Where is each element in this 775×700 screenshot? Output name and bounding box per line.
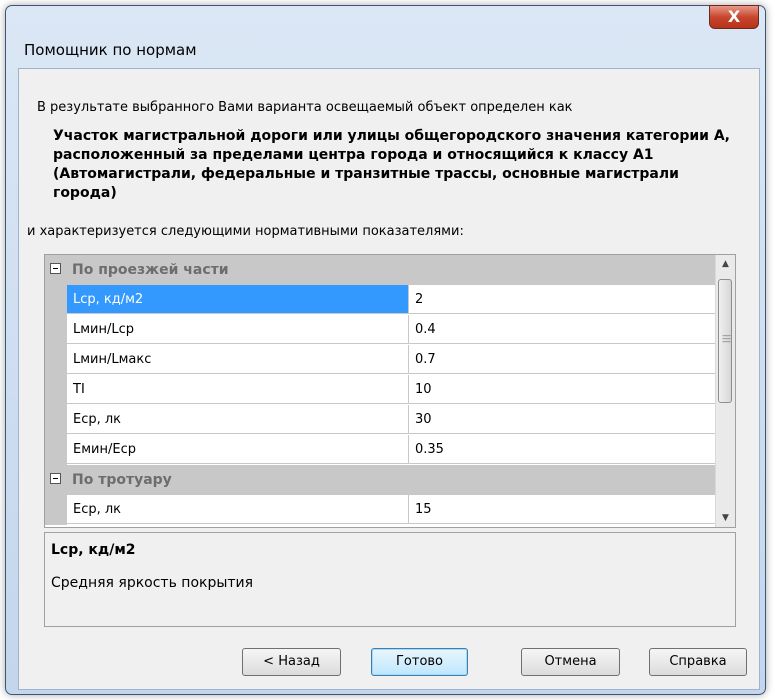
object-title: Участок магистральной дороги или улицы о… [53, 128, 730, 201]
grip-icon: — — — [722, 331, 731, 347]
dialog-window: Помощник по нормам X В результате выбран… [5, 5, 766, 695]
property-grid: По проезжей части Lср, кд/м2 2 Lмин/Lср … [44, 254, 736, 528]
cancel-button[interactable]: Отмена [521, 648, 620, 676]
property-value[interactable]: 0.4 [409, 315, 715, 344]
table-row[interactable]: Eср, лк 15 [45, 495, 715, 525]
property-value[interactable]: 0.7 [409, 345, 715, 374]
title-bar: Помощник по нормам X [6, 5, 765, 68]
property-value[interactable]: 2 [409, 285, 715, 314]
property-name[interactable]: Lмин/Lмакс [67, 345, 409, 374]
property-value[interactable]: 10 [409, 375, 715, 404]
property-name[interactable]: Eмин/Eср [67, 435, 409, 464]
collapse-icon[interactable] [50, 473, 61, 484]
table-row[interactable]: Eмин/Eср 0.35 [45, 435, 715, 465]
help-button[interactable]: Справка [649, 648, 747, 676]
scroll-down-icon[interactable]: ▼ [716, 509, 735, 527]
property-name[interactable]: Lср, кд/м2 [67, 285, 409, 314]
characterized-text: и характеризуется следующими нормативным… [27, 224, 464, 239]
property-value[interactable]: 15 [409, 495, 715, 524]
category-roadway[interactable]: По проезжей части [45, 255, 715, 285]
table-row[interactable]: Lмин/Lср 0.4 [45, 315, 715, 345]
description-text: Средняя яркость покрытия [51, 575, 254, 591]
description-panel: Lср, кд/м2 Средняя яркость покрытия [44, 532, 736, 627]
close-icon: X [727, 7, 741, 26]
category-label: По тротуару [72, 472, 172, 488]
finish-button[interactable]: Готово [371, 648, 468, 676]
vertical-scrollbar[interactable]: ▲ — — — ▼ [715, 255, 735, 527]
scrollbar-thumb[interactable]: — — — [718, 279, 732, 403]
table-row[interactable]: Lср, кд/м2 2 [45, 285, 715, 315]
scroll-up-icon[interactable]: ▲ [716, 255, 735, 273]
property-name[interactable]: TI [67, 375, 409, 404]
property-value[interactable]: 0.35 [409, 435, 715, 464]
property-value[interactable]: 30 [409, 405, 715, 434]
category-label: По проезжей части [72, 262, 229, 278]
intro-text: В результате выбранного Вами варианта ос… [37, 100, 573, 115]
close-button[interactable]: X [709, 5, 759, 29]
property-name[interactable]: Eср, лк [67, 405, 409, 434]
dialog-body: В результате выбранного Вами варианта ос… [18, 68, 760, 690]
category-sidewalk[interactable]: По тротуару [45, 465, 715, 495]
table-row[interactable]: Eср, лк 30 [45, 405, 715, 435]
collapse-icon[interactable] [50, 263, 61, 274]
property-name[interactable]: Lмин/Lср [67, 315, 409, 344]
table-row[interactable]: Lмин/Lмакс 0.7 [45, 345, 715, 375]
description-title: Lср, кд/м2 [51, 542, 136, 558]
table-row[interactable]: TI 10 [45, 375, 715, 405]
window-title: Помощник по нормам [24, 41, 197, 59]
property-name[interactable]: Eср, лк [67, 495, 409, 524]
back-button[interactable]: < Назад [242, 648, 341, 676]
